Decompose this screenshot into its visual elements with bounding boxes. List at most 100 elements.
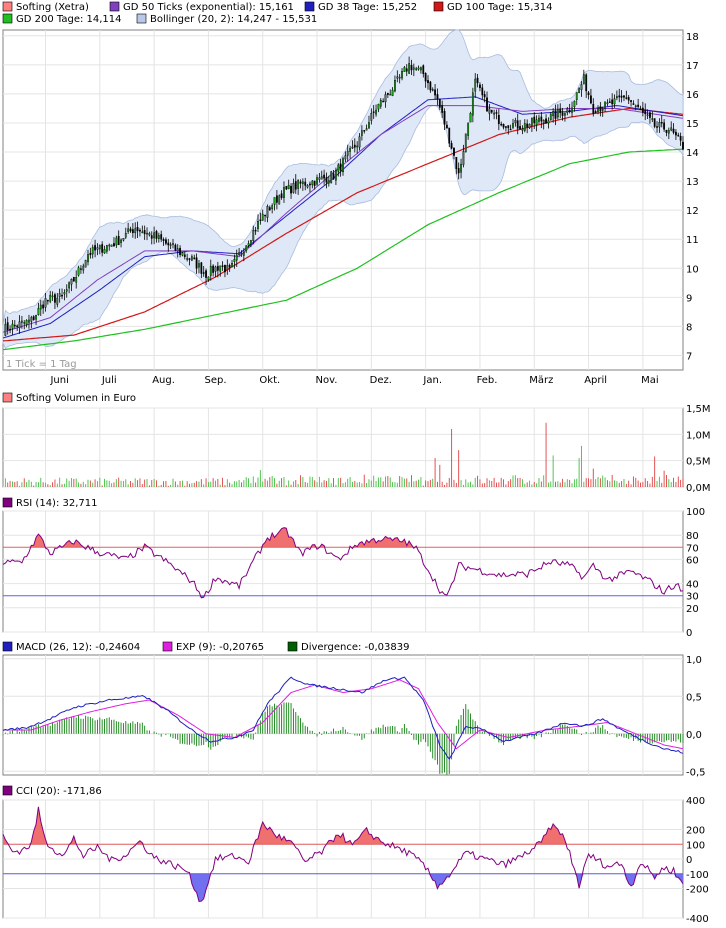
volume-panel-y-tick: 1,5M — [686, 404, 711, 415]
price-panel-y-tick: 11 — [686, 235, 699, 246]
candle-body — [101, 244, 104, 253]
candle-body — [70, 279, 73, 285]
candle-body — [552, 111, 555, 117]
legend-swatch — [109, 1, 120, 12]
candle-body — [368, 122, 370, 129]
cci-panel-y-tick: -400 — [686, 914, 709, 925]
candle-body — [483, 94, 486, 98]
candle-body — [335, 169, 337, 181]
candle-body — [330, 171, 333, 184]
candle-body — [304, 181, 307, 186]
cci-line — [2, 806, 684, 903]
candle-body — [13, 324, 16, 327]
candle-body — [519, 126, 521, 130]
candle-body — [677, 134, 680, 137]
candle-body — [75, 277, 78, 283]
candle-body — [556, 109, 559, 118]
rsi-panel-y-tick: 100 — [686, 507, 705, 518]
candle-body — [514, 120, 517, 124]
price-panel-y-tick: 12 — [686, 206, 699, 217]
candle-body — [346, 150, 349, 156]
candle-body — [72, 277, 75, 282]
candle-body — [231, 263, 233, 268]
candle-body — [35, 314, 37, 320]
candle-body — [618, 95, 621, 98]
candle-body — [386, 92, 389, 95]
candle-body — [162, 239, 165, 241]
candle-body — [153, 232, 156, 239]
candle-body — [547, 120, 550, 124]
candle-body — [637, 104, 640, 107]
candle-body — [493, 112, 496, 115]
candle-body — [87, 254, 89, 263]
candle-body — [172, 243, 174, 245]
x-tick-label: Dez. — [370, 375, 392, 386]
candle-body — [479, 84, 481, 89]
candle-body — [398, 76, 401, 79]
candle-body — [507, 125, 510, 129]
candle-body — [323, 174, 326, 179]
candle-body — [512, 123, 514, 128]
candle-body — [44, 298, 47, 308]
candle-body — [198, 263, 200, 268]
legend-label: Bollinger (20, 2): 14,247 - 15,531 — [150, 14, 317, 25]
candle-body — [320, 176, 323, 180]
candle-body — [620, 95, 623, 98]
candle-body — [96, 247, 99, 250]
candle-body — [113, 243, 115, 247]
candle-body — [108, 244, 111, 247]
candle-body — [412, 67, 415, 70]
candle-body — [271, 205, 274, 210]
x-tick-label: Okt. — [259, 375, 280, 386]
candle-body — [474, 78, 477, 92]
volume-panel-y-tick: 0,0M — [686, 483, 711, 494]
candle-body — [77, 267, 80, 276]
candle-body — [195, 257, 198, 269]
candle-body — [486, 97, 488, 112]
candle-body — [245, 245, 248, 251]
candle-body — [632, 103, 635, 105]
candle-body — [420, 67, 422, 71]
candle-body — [176, 248, 179, 252]
price-panel-y-tick: 8 — [686, 322, 692, 333]
candle-body — [613, 98, 616, 105]
candle-body — [103, 249, 106, 254]
candle-body — [155, 231, 158, 239]
legend-swatch — [2, 641, 13, 652]
candle-body — [290, 185, 292, 194]
candle-body — [372, 111, 375, 113]
candle-body — [313, 180, 316, 186]
candle-body — [124, 232, 127, 238]
candle-body — [143, 230, 146, 235]
rsi-line — [2, 527, 684, 599]
candle-body — [157, 235, 160, 239]
candle-body — [167, 242, 170, 246]
candle-body — [30, 317, 33, 322]
candle-body — [183, 254, 186, 257]
legend-swatch — [304, 1, 315, 12]
candle-body — [415, 68, 418, 70]
candle-body — [4, 324, 7, 336]
candle-body — [580, 84, 583, 90]
candle-body — [306, 185, 309, 188]
candle-body — [80, 268, 82, 271]
candle-body — [431, 89, 434, 91]
candle-body — [150, 235, 153, 239]
candle-body — [261, 213, 264, 221]
candle-body — [679, 136, 682, 141]
x-tick-label: Jan. — [422, 375, 442, 386]
bollinger-band — [2, 29, 684, 349]
macd-panel-y-tick: 0,5 — [686, 692, 702, 703]
candle-body — [325, 177, 328, 183]
candle-body — [339, 163, 342, 171]
candle-body — [436, 94, 439, 100]
legend-swatch — [2, 497, 13, 508]
candle-body — [351, 146, 354, 149]
candle-body — [396, 76, 399, 79]
candle-body — [252, 230, 255, 241]
candle-body — [268, 207, 271, 211]
candle-body — [587, 92, 590, 96]
legend-label: Softing (Xetra) — [16, 2, 89, 13]
candle-body — [238, 252, 241, 255]
candle-body — [84, 259, 87, 268]
